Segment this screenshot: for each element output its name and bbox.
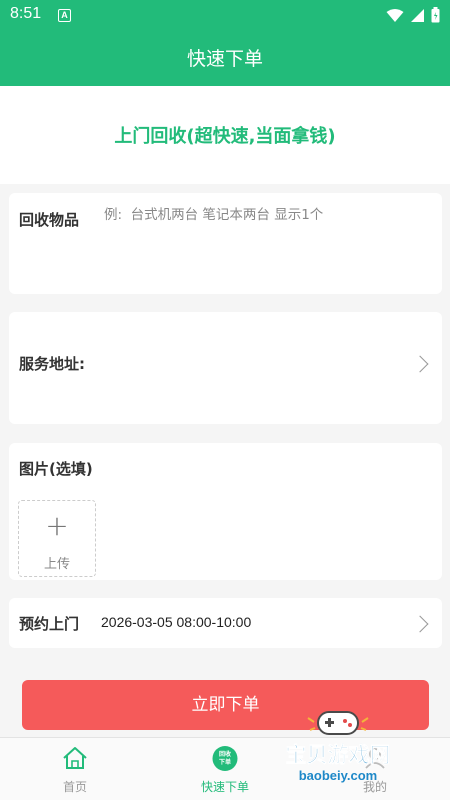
plus-icon: + <box>45 509 69 542</box>
wifi-icon <box>386 8 404 22</box>
page-title: 快速下单 <box>186 48 263 70</box>
chevron-right-icon <box>411 615 429 633</box>
photo-label: 图片(选填) <box>19 460 93 478</box>
upload-button[interactable]: + 上传 <box>18 500 96 577</box>
status-bar: 8:51 A <box>0 0 450 32</box>
upload-label: 上传 <box>43 557 70 572</box>
home-icon <box>63 747 87 769</box>
photo-card: 图片(选填) + 上传 <box>9 443 442 580</box>
svg-text:宝贝游戏网: 宝贝游戏网 <box>286 743 391 767</box>
recycle-order-icon: 回收 下单 <box>212 746 238 771</box>
app-bar: 快速下单 <box>0 32 450 86</box>
banner-text: 上门回收(超快速,当面拿钱) <box>114 126 336 147</box>
battery-icon <box>431 7 440 23</box>
tab-home-label: 首页 <box>62 780 87 794</box>
gamepad-icon: 宝贝游戏网 baobeiy.com <box>285 711 391 783</box>
banner: 上门回收(超快速,当面拿钱) <box>0 86 450 184</box>
appointment-value: 2026-03-05 08:00-10:00 <box>101 614 252 630</box>
watermark: 宝贝游戏网 baobeiy.com <box>278 708 398 792</box>
appointment-label: 预约上门 <box>19 615 80 633</box>
address-row[interactable]: 服务地址: <box>9 312 442 424</box>
appointment-row[interactable]: 预约上门 2026-03-05 08:00-10:00 <box>9 598 442 648</box>
items-card: 回收物品 <box>9 193 442 294</box>
status-icons <box>386 7 440 23</box>
signal-icon <box>411 8 424 22</box>
address-label: 服务地址: <box>19 355 85 373</box>
status-time: 8:51 <box>10 5 42 22</box>
svg-text:baobeiy.com: baobeiy.com <box>299 768 378 783</box>
items-label: 回收物品 <box>19 211 80 229</box>
items-input[interactable] <box>104 203 429 285</box>
chevron-right-icon <box>411 355 429 373</box>
notification-icon: A <box>58 9 71 22</box>
tab-home[interactable]: 首页 <box>0 738 150 800</box>
